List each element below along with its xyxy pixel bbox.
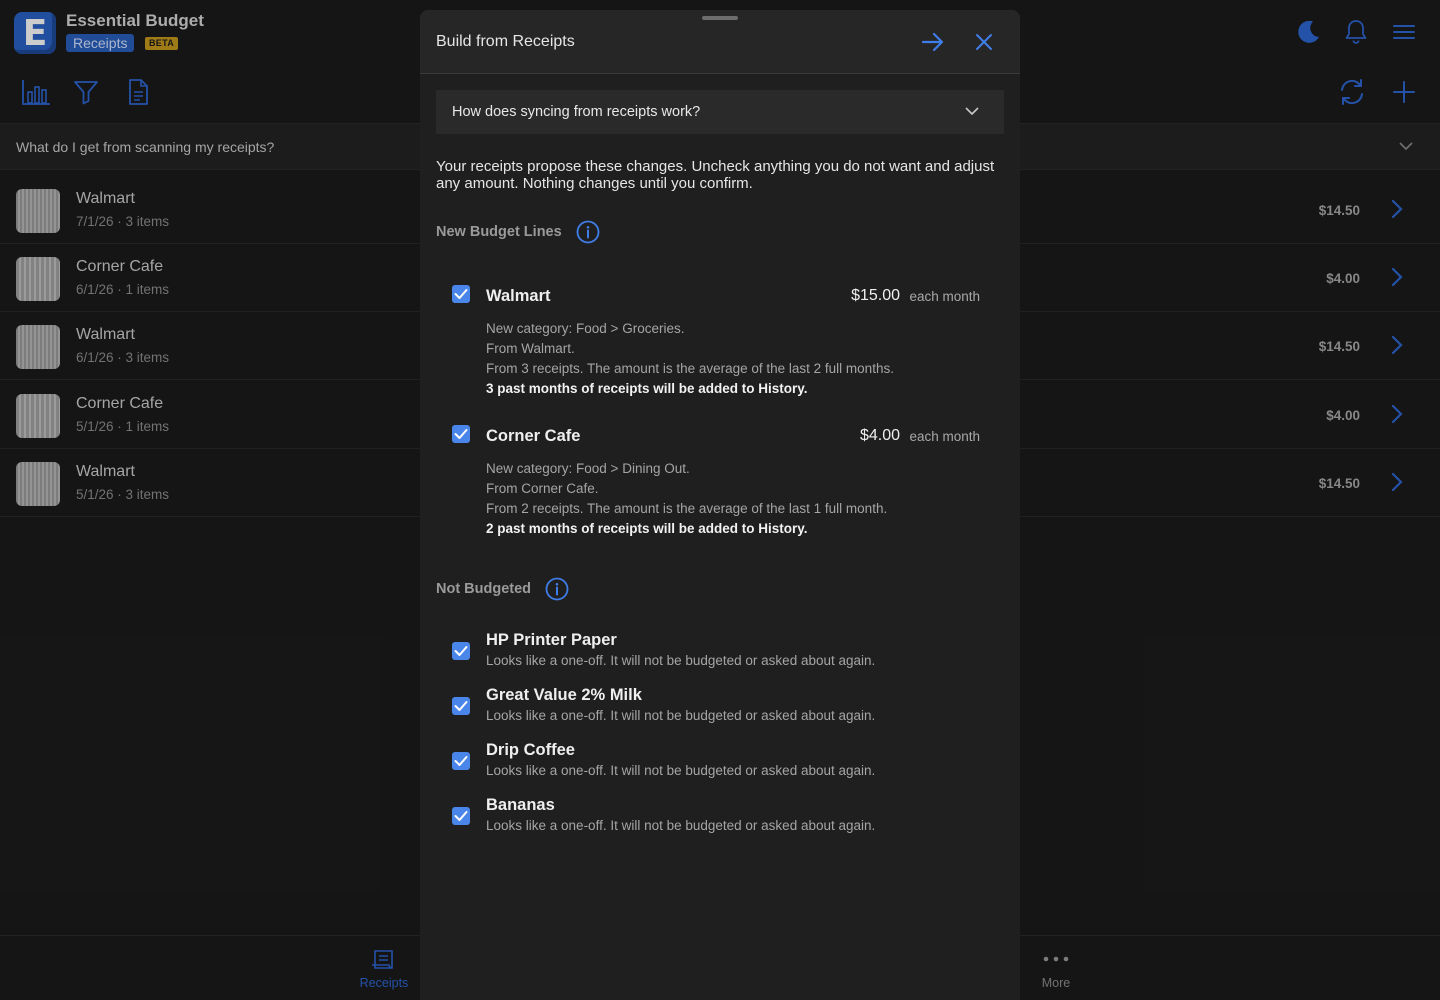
checkmark-icon (454, 701, 468, 711)
budget-line-checkbox[interactable] (452, 425, 470, 443)
not-budgeted-item-name: Drip Coffee (486, 741, 575, 759)
budget-line-history-note: 3 past months of receipts will be added … (486, 381, 808, 396)
section-title: Not Budgeted (436, 581, 532, 597)
info-icon[interactable] (545, 577, 569, 601)
budget-line-source: From Corner Cafe. (486, 481, 599, 496)
budget-line-amount[interactable]: $15.00 (851, 287, 900, 305)
not-budgeted-item-name: HP Printer Paper (486, 631, 617, 649)
close-icon (976, 34, 992, 50)
sheet-drag-handle[interactable] (702, 16, 738, 20)
close-button[interactable] (968, 28, 1000, 56)
checkmark-icon (454, 646, 468, 656)
budget-line-history-note: 2 past months of receipts will be added … (486, 521, 808, 536)
not-budgeted-header: Not Budgeted (436, 577, 569, 601)
section-title: New Budget Lines (436, 224, 562, 240)
budget-line-category: New category: Food > Groceries. (486, 321, 685, 336)
not-budgeted-checkbox[interactable] (452, 807, 470, 825)
how-it-works-question: How does syncing from receipts work? (452, 104, 701, 120)
new-budget-lines-header: New Budget Lines (436, 220, 600, 244)
intro-text: Your receipts propose these changes. Unc… (436, 158, 995, 192)
not-budgeted-item-name: Bananas (486, 796, 555, 814)
not-budgeted-item-desc: Looks like a one-off. It will not be bud… (486, 708, 876, 723)
confirm-arrow-button[interactable] (917, 28, 949, 56)
not-budgeted-item-name: Great Value 2% Milk (486, 686, 642, 704)
budget-line-name: Corner Cafe (486, 427, 581, 445)
budget-line-category: New category: Food > Dining Out. (486, 461, 690, 476)
budget-line-amount[interactable]: $4.00 (860, 427, 900, 445)
not-budgeted-item-desc: Looks like a one-off. It will not be bud… (486, 818, 876, 833)
not-budgeted-checkbox[interactable] (452, 697, 470, 715)
info-icon[interactable] (576, 220, 600, 244)
sheet-title: Build from Receipts (436, 33, 575, 50)
budget-line-frequency: each month (909, 429, 980, 444)
budget-line-basis: From 2 receipts. The amount is the avera… (486, 501, 888, 516)
chevron-down-icon (964, 103, 980, 119)
budget-line-name: Walmart (486, 287, 551, 305)
budget-line-frequency: each month (909, 289, 980, 304)
checkmark-icon (454, 429, 468, 439)
checkmark-icon (454, 756, 468, 766)
budget-line-source: From Walmart. (486, 341, 575, 356)
budget-line-basis: From 3 receipts. The amount is the avera… (486, 361, 894, 376)
build-from-receipts-sheet: Build from Receipts How does syncing fro… (420, 10, 1020, 1000)
not-budgeted-checkbox[interactable] (452, 642, 470, 660)
budget-line-checkbox[interactable] (452, 285, 470, 303)
not-budgeted-item-desc: Looks like a one-off. It will not be bud… (486, 763, 876, 778)
checkmark-icon (454, 289, 468, 299)
arrow-right-icon (921, 32, 944, 52)
checkmark-icon (454, 811, 468, 821)
sheet-header: Build from Receipts (420, 10, 1020, 74)
how-it-works-accordion[interactable]: How does syncing from receipts work? (436, 90, 1004, 134)
not-budgeted-checkbox[interactable] (452, 752, 470, 770)
not-budgeted-item-desc: Looks like a one-off. It will not be bud… (486, 653, 876, 668)
